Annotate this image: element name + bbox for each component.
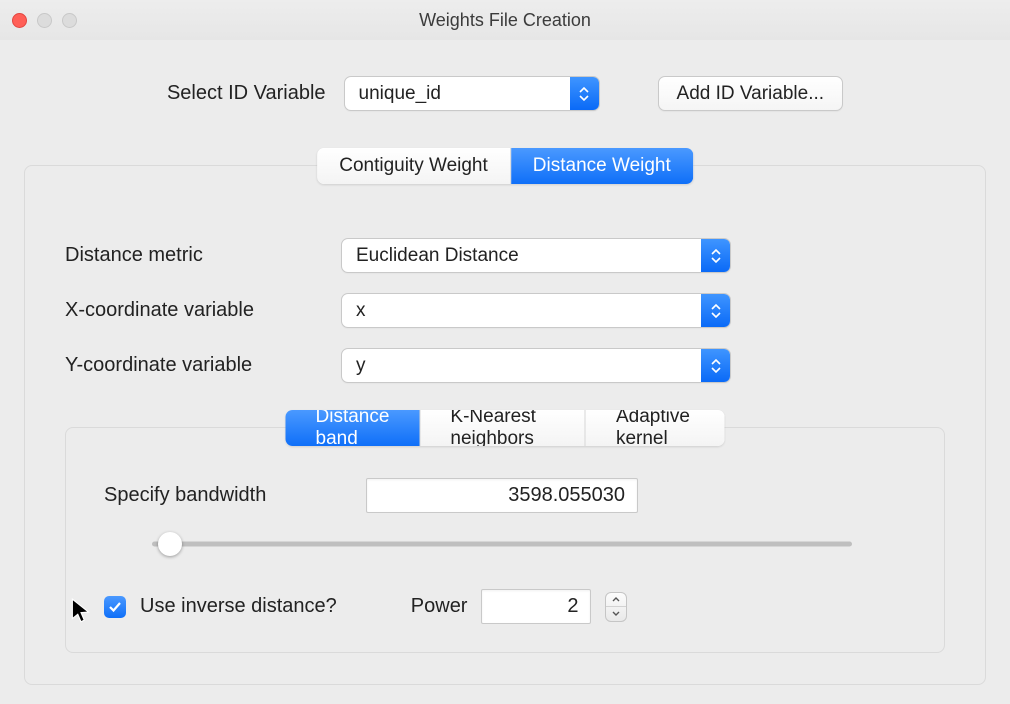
inverse-distance-row: Use inverse distance? Power <box>104 589 906 624</box>
weights-file-creation-window: Weights File Creation Select ID Variable… <box>0 0 1010 704</box>
chevron-updown-icon <box>701 239 730 272</box>
tab-k-nearest[interactable]: K-Nearest neighbors <box>420 410 586 446</box>
cursor-icon <box>70 597 92 625</box>
minimize-window-button[interactable] <box>37 13 52 28</box>
window-body: Select ID Variable unique_id Add ID Vari… <box>0 40 1010 685</box>
x-coord-value: x <box>342 300 701 322</box>
bandwidth-row: Specify bandwidth <box>104 478 906 513</box>
chevron-updown-icon <box>701 294 730 327</box>
y-coord-value: y <box>342 355 701 377</box>
window-title: Weights File Creation <box>0 10 1010 31</box>
chevron-up-icon <box>612 597 620 602</box>
add-id-variable-button[interactable]: Add ID Variable... <box>658 76 844 111</box>
select-id-label: Select ID Variable <box>167 82 326 105</box>
chevron-down-icon <box>612 611 620 616</box>
bandwidth-label: Specify bandwidth <box>104 484 344 507</box>
y-coord-select[interactable]: y <box>341 348 731 383</box>
x-coord-label: X-coordinate variable <box>65 299 319 322</box>
distance-metric-row: Distance metric Euclidean Distance <box>65 238 945 273</box>
distance-metric-select[interactable]: Euclidean Distance <box>341 238 731 273</box>
zoom-window-button[interactable] <box>62 13 77 28</box>
slider-track <box>152 542 852 547</box>
use-inverse-distance-checkbox[interactable] <box>104 596 126 618</box>
weight-panel: Contiguity Weight Distance Weight Distan… <box>24 165 986 685</box>
tab-distance-weight[interactable]: Distance Weight <box>511 148 693 184</box>
stepper-down[interactable] <box>606 607 626 621</box>
bandwidth-input[interactable] <box>366 478 638 513</box>
tab-distance-band[interactable]: Distance band <box>286 410 421 446</box>
x-coord-select[interactable]: x <box>341 293 731 328</box>
check-icon <box>108 601 122 613</box>
inverse-distance-label: Use inverse distance? <box>140 595 337 618</box>
bandwidth-slider-row <box>152 533 906 555</box>
distance-metric-label: Distance metric <box>65 244 319 267</box>
id-variable-row: Select ID Variable unique_id Add ID Vari… <box>24 76 986 111</box>
stepper-up[interactable] <box>606 593 626 608</box>
slider-thumb[interactable] <box>158 532 182 556</box>
method-panel: Distance band K-Nearest neighbors Adapti… <box>65 427 945 653</box>
distance-metric-value: Euclidean Distance <box>342 245 701 267</box>
power-input[interactable] <box>481 589 591 624</box>
power-stepper[interactable] <box>605 592 627 622</box>
tab-adaptive-kernel[interactable]: Adaptive kernel <box>586 410 725 446</box>
method-segmented: Distance band K-Nearest neighbors Adapti… <box>286 410 725 446</box>
tab-contiguity-weight[interactable]: Contiguity Weight <box>317 148 511 184</box>
titlebar: Weights File Creation <box>0 0 1010 40</box>
bandwidth-slider[interactable] <box>152 533 852 555</box>
y-coord-label: Y-coordinate variable <box>65 354 319 377</box>
y-coord-row: Y-coordinate variable y <box>65 348 945 383</box>
traffic-lights <box>12 13 77 28</box>
weight-type-segmented: Contiguity Weight Distance Weight <box>317 148 693 184</box>
close-window-button[interactable] <box>12 13 27 28</box>
chevron-updown-icon <box>701 349 730 382</box>
power-label: Power <box>411 595 468 618</box>
x-coord-row: X-coordinate variable x <box>65 293 945 328</box>
id-variable-select[interactable]: unique_id <box>344 76 600 111</box>
id-variable-select-value: unique_id <box>345 83 570 105</box>
chevron-updown-icon <box>570 77 599 110</box>
